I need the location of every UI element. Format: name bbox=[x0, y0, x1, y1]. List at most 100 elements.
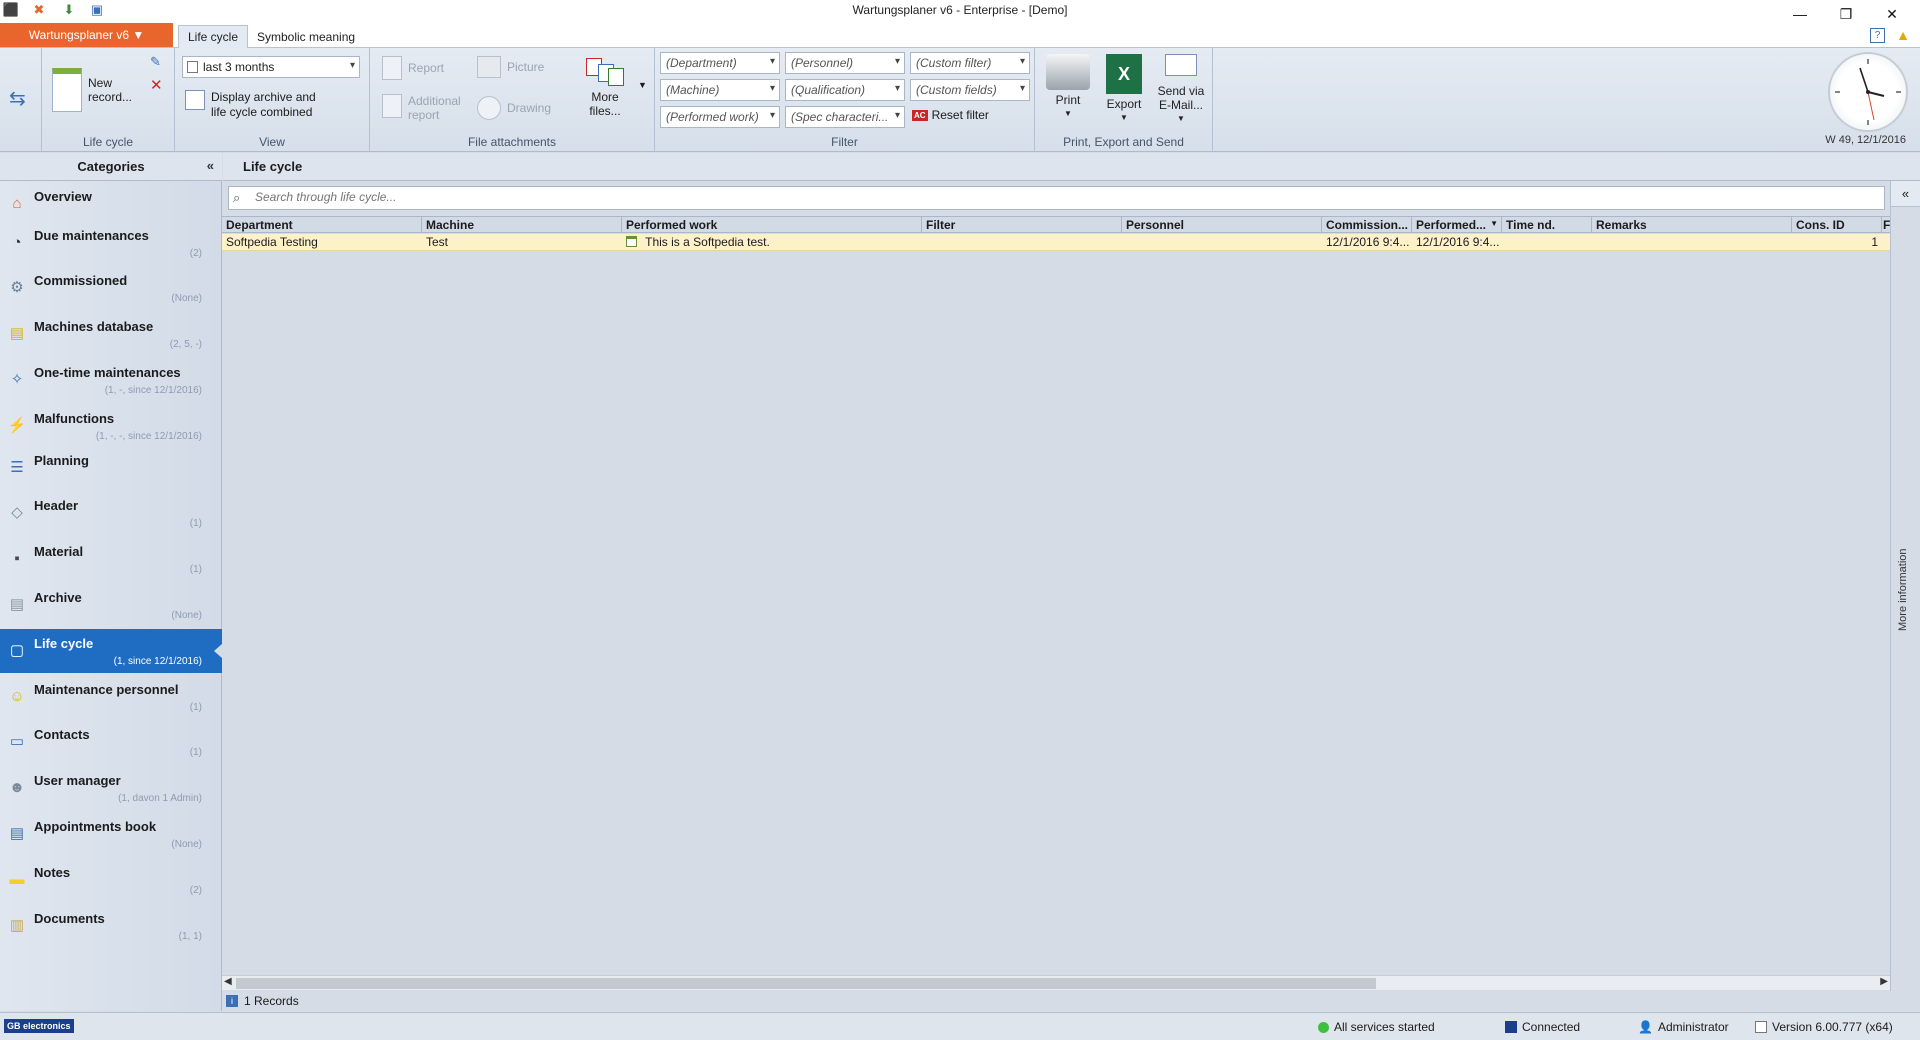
tab-life-cycle[interactable]: Life cycle bbox=[178, 25, 249, 48]
tag-icon: ◇ bbox=[11, 504, 23, 521]
scroll-right-icon[interactable]: ▶ bbox=[1880, 976, 1888, 987]
column-commissioned[interactable]: Commission... bbox=[1322, 217, 1412, 233]
personnel-filter[interactable]: (Personnel) bbox=[785, 52, 905, 74]
sidebar-item-count: (1) bbox=[189, 518, 202, 529]
column-filter[interactable]: Filter bbox=[922, 217, 1122, 233]
performed-work-filter[interactable]: (Performed work) bbox=[660, 106, 780, 128]
sidebar-item-label: Appointments book bbox=[34, 819, 157, 834]
qualification-filter[interactable]: (Qualification) bbox=[785, 79, 905, 101]
new-record-label: New record... bbox=[88, 76, 133, 104]
gear-icon: ⚙ bbox=[10, 279, 24, 296]
sidebar-item-label: Contacts bbox=[34, 727, 90, 742]
column-machine[interactable]: Machine bbox=[422, 217, 622, 233]
delete-icon[interactable]: ✕ bbox=[150, 76, 163, 94]
sidebar-item-material[interactable]: ▪ Material (1) bbox=[0, 537, 222, 581]
additional-report-button[interactable]: Additional report bbox=[382, 94, 468, 122]
drawing-button[interactable]: Drawing bbox=[477, 96, 551, 120]
cell-machine: Test bbox=[426, 235, 449, 249]
more-files-button[interactable]: More files... bbox=[578, 58, 632, 118]
department-filter[interactable]: (Department) bbox=[660, 52, 780, 74]
note-icon: ▬ bbox=[9, 870, 25, 888]
column-remarks[interactable]: Remarks bbox=[1592, 217, 1792, 233]
cell-remarks bbox=[1592, 234, 1792, 250]
sidebar-item-label: Maintenance personnel bbox=[34, 682, 179, 697]
version-icon bbox=[1755, 1021, 1767, 1033]
export-button[interactable]: X Export ▼ bbox=[1099, 54, 1149, 125]
tab-symbolic-meaning[interactable]: Symbolic meaning bbox=[248, 25, 364, 48]
edit-icon[interactable]: ✎ bbox=[150, 54, 161, 70]
grid-header: Department Machine Performed work Filter… bbox=[222, 216, 1890, 233]
sidebar-item-due-maintenances[interactable]: ◔ Due maintenances (2) bbox=[0, 221, 222, 265]
sidebar-item-malfunctions[interactable]: ⚡ Malfunctions (1, -, -, since 12/1/2016) bbox=[0, 404, 222, 448]
quick-access-save-icon[interactable]: ▣ bbox=[88, 1, 106, 19]
column-performed[interactable]: Performed... ▼ bbox=[1412, 217, 1502, 233]
picture-button[interactable]: Picture bbox=[477, 56, 544, 78]
panel-expand-icon[interactable]: « bbox=[1891, 181, 1920, 207]
new-record-button[interactable]: New record... bbox=[52, 68, 132, 112]
reset-filter-label: Reset filter bbox=[931, 108, 989, 122]
period-select[interactable]: last 3 months bbox=[182, 56, 360, 78]
version-label: Version 6.00.777 (x64) bbox=[1772, 1020, 1893, 1034]
help-icon[interactable]: ? bbox=[1870, 28, 1885, 43]
machine-filter[interactable]: (Machine) bbox=[660, 79, 780, 101]
table-row[interactable]: Softpedia Testing Test This is a Softped… bbox=[222, 234, 1890, 251]
sidebar-item-maintenance-personnel[interactable]: ☺ Maintenance personnel (1) bbox=[0, 675, 222, 719]
horizontal-scrollbar[interactable]: ◀ ▶ bbox=[222, 975, 1890, 990]
column-performed-work[interactable]: Performed work bbox=[622, 217, 922, 233]
custom-filter[interactable]: (Custom filter) bbox=[910, 52, 1030, 74]
sidebar-item-user-manager[interactable]: ☻ User manager (1, davon 1 Admin) bbox=[0, 766, 222, 810]
column-cons-id[interactable]: Cons. ID bbox=[1792, 217, 1882, 233]
print-button[interactable]: Print ▼ bbox=[1043, 54, 1093, 121]
wrench-icon: ✧ bbox=[10, 371, 24, 388]
sidebar-item-label: Documents bbox=[34, 911, 105, 926]
column-personnel[interactable]: Personnel bbox=[1122, 217, 1322, 233]
more-information-panel[interactable]: « More information bbox=[1890, 181, 1920, 991]
house-icon: ⌂ bbox=[12, 194, 22, 212]
sidebar-item-planning[interactable]: ☰ Planning bbox=[0, 446, 222, 490]
spec-characteristics-filter[interactable]: (Spec characteri... bbox=[785, 106, 905, 128]
cell-time bbox=[1502, 234, 1592, 250]
sidebar-item-documents[interactable]: ▥ Documents (1, 1) bbox=[0, 904, 222, 948]
sidebar-item-label: Planning bbox=[34, 453, 89, 468]
sidebar-item-appointments-book[interactable]: ▤ Appointments book (None) bbox=[0, 812, 222, 856]
sidebar-item-contacts[interactable]: ▭ Contacts (1) bbox=[0, 720, 222, 764]
sidebar-collapse-icon[interactable]: « bbox=[207, 158, 214, 173]
send-email-button[interactable]: Send via E-Mail... ▼ bbox=[1153, 54, 1209, 126]
scroll-left-icon[interactable]: ◀ bbox=[224, 976, 232, 987]
column-extra[interactable]: F bbox=[1882, 217, 1890, 233]
app-logo-icon: ⬛ bbox=[2, 2, 20, 17]
custom-fields-filter[interactable]: (Custom fields) bbox=[910, 79, 1030, 101]
folder-icon: ▥ bbox=[9, 917, 25, 934]
quick-access-download-icon[interactable]: ⬇ bbox=[60, 1, 78, 19]
sidebar-item-machines-database[interactable]: ▤ Machines database (2, 5, -) bbox=[0, 312, 222, 356]
calendar-small-icon bbox=[187, 61, 198, 73]
close-icon: ✕ bbox=[1886, 5, 1898, 22]
refresh-arrows-icon[interactable]: ⇆ bbox=[9, 86, 26, 111]
additional-report-icon bbox=[382, 94, 402, 118]
sidebar-item-overview[interactable]: ⌂ Overview bbox=[0, 182, 222, 226]
sidebar-item-notes[interactable]: ▬ Notes (2) bbox=[0, 858, 222, 902]
group-label-output: Print, Export and Send bbox=[1063, 135, 1184, 149]
more-files-label: More files... bbox=[589, 90, 621, 118]
sidebar-item-label: Due maintenances bbox=[34, 228, 149, 243]
quick-access-x-icon[interactable]: ✖ bbox=[30, 1, 48, 19]
cell-filter bbox=[922, 234, 1122, 250]
display-archive-toggle[interactable]: Display archive and life cycle combined bbox=[211, 90, 316, 120]
sidebar-item-archive[interactable]: ▤ Archive (None) bbox=[0, 583, 222, 627]
search-box[interactable]: ⌕ bbox=[228, 186, 1885, 210]
column-time[interactable]: Time nd. bbox=[1502, 217, 1592, 233]
sidebar-item-header[interactable]: ◇ Header (1) bbox=[0, 491, 222, 535]
more-files-dropdown-icon[interactable]: ▼ bbox=[638, 80, 647, 90]
search-input[interactable] bbox=[255, 190, 1855, 204]
report-label: Report bbox=[408, 61, 445, 75]
sidebar-item-commissioned[interactable]: ⚙ Commissioned (None) bbox=[0, 266, 222, 310]
sidebar-item-one-time-maintenances[interactable]: ✧ One-time maintenances (1, -, since 12/1/… bbox=[0, 358, 222, 402]
column-department[interactable]: Department bbox=[222, 217, 422, 233]
app-menu-button[interactable]: Wartungsplaner v6 ▼ bbox=[0, 23, 173, 47]
warning-icon[interactable]: ▲ bbox=[1896, 27, 1910, 43]
reset-filter-button[interactable]: AC Reset filter bbox=[912, 108, 989, 122]
report-button[interactable]: Report bbox=[382, 56, 444, 80]
cell-commissioned: 12/1/2016 9:4... bbox=[1326, 235, 1410, 249]
sidebar-item-life-cycle[interactable]: ▢ Life cycle (1, since 12/1/2016) bbox=[0, 629, 222, 673]
scrollbar-thumb[interactable] bbox=[236, 978, 1376, 989]
